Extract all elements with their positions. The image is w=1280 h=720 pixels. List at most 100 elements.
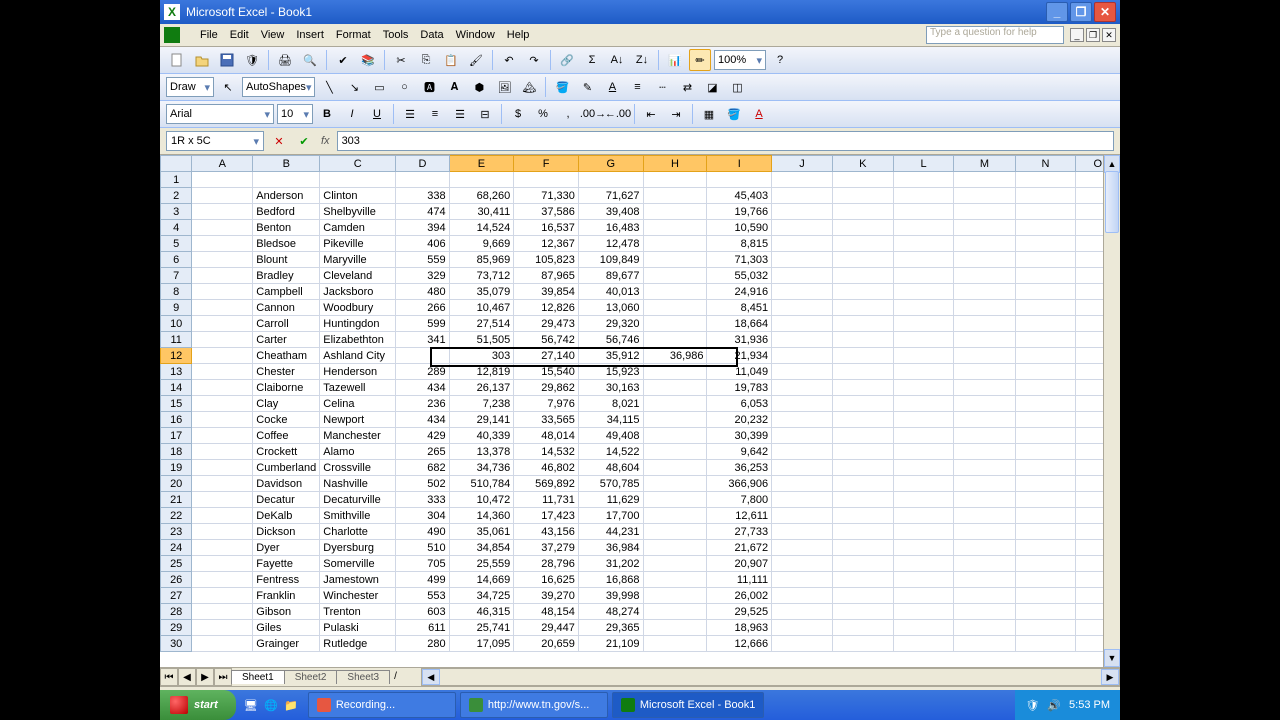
cell-N18[interactable]	[1015, 444, 1076, 460]
cell-B20[interactable]: Davidson	[253, 476, 320, 492]
cell-F12[interactable]: 27,140	[514, 348, 579, 364]
cell-M28[interactable]	[954, 604, 1015, 620]
cell-G12[interactable]: 35,912	[578, 348, 643, 364]
row-header-29[interactable]: 29	[161, 620, 192, 636]
cell-I1[interactable]	[707, 172, 772, 188]
cell-H30[interactable]	[643, 636, 707, 652]
cell-K12[interactable]	[832, 348, 893, 364]
select-all-cell[interactable]	[161, 156, 192, 172]
cell-B25[interactable]: Fayette	[253, 556, 320, 572]
cell-L9[interactable]	[893, 300, 954, 316]
start-button[interactable]: start	[160, 690, 236, 720]
help-icon[interactable]: ?	[769, 49, 791, 71]
cell-J19[interactable]	[772, 460, 833, 476]
percent-icon[interactable]: %	[532, 103, 554, 125]
cell-K20[interactable]	[832, 476, 893, 492]
cell-H22[interactable]	[643, 508, 707, 524]
cell-D18[interactable]: 265	[396, 444, 449, 460]
print-icon[interactable]: 🖨	[274, 49, 296, 71]
sort-desc-icon[interactable]: Z↓	[631, 49, 653, 71]
cell-C11[interactable]: Elizabethton	[320, 332, 396, 348]
cell-H24[interactable]	[643, 540, 707, 556]
cell-H8[interactable]	[643, 284, 707, 300]
cell-B24[interactable]: Dyer	[253, 540, 320, 556]
cell-A6[interactable]	[192, 252, 253, 268]
cell-B27[interactable]: Franklin	[253, 588, 320, 604]
font-color-format-icon[interactable]: A	[748, 103, 770, 125]
cell-F22[interactable]: 17,423	[514, 508, 579, 524]
line-style-icon[interactable]: ≡	[626, 76, 648, 98]
cell-L25[interactable]	[893, 556, 954, 572]
cell-I21[interactable]: 7,800	[707, 492, 772, 508]
cell-K3[interactable]	[832, 204, 893, 220]
cell-J4[interactable]	[772, 220, 833, 236]
cell-B9[interactable]: Cannon	[253, 300, 320, 316]
font-color-icon[interactable]: A	[601, 76, 623, 98]
cell-E26[interactable]: 14,669	[449, 572, 514, 588]
cell-N27[interactable]	[1015, 588, 1076, 604]
cell-D4[interactable]: 394	[396, 220, 449, 236]
cell-A13[interactable]	[192, 364, 253, 380]
cell-B23[interactable]: Dickson	[253, 524, 320, 540]
cell-H29[interactable]	[643, 620, 707, 636]
cell-C25[interactable]: Somerville	[320, 556, 396, 572]
cell-E12[interactable]: 303	[449, 348, 514, 364]
cell-H1[interactable]	[643, 172, 707, 188]
cell-E1[interactable]	[449, 172, 514, 188]
cell-L18[interactable]	[893, 444, 954, 460]
autoshapes-menu[interactable]: AutoShapes▾	[242, 77, 315, 97]
row-header-30[interactable]: 30	[161, 636, 192, 652]
cell-H21[interactable]	[643, 492, 707, 508]
cell-N30[interactable]	[1015, 636, 1076, 652]
cell-C30[interactable]: Rutledge	[320, 636, 396, 652]
cell-N26[interactable]	[1015, 572, 1076, 588]
cell-C4[interactable]: Camden	[320, 220, 396, 236]
cell-J12[interactable]	[772, 348, 833, 364]
cell-B5[interactable]: Bledsoe	[253, 236, 320, 252]
cell-G20[interactable]: 570,785	[578, 476, 643, 492]
cell-J15[interactable]	[772, 396, 833, 412]
cell-I16[interactable]: 20,232	[707, 412, 772, 428]
cell-I29[interactable]: 18,963	[707, 620, 772, 636]
cell-M27[interactable]	[954, 588, 1015, 604]
diagram-icon[interactable]: ⬢	[468, 76, 490, 98]
save-icon[interactable]	[216, 49, 238, 71]
cell-M5[interactable]	[954, 236, 1015, 252]
cell-E7[interactable]: 73,712	[449, 268, 514, 284]
cell-C12[interactable]: Ashland City	[320, 348, 396, 364]
cell-B26[interactable]: Fentress	[253, 572, 320, 588]
cell-D12[interactable]	[396, 348, 449, 364]
cell-H5[interactable]	[643, 236, 707, 252]
cell-H15[interactable]	[643, 396, 707, 412]
cell-M18[interactable]	[954, 444, 1015, 460]
cell-N13[interactable]	[1015, 364, 1076, 380]
cell-M8[interactable]	[954, 284, 1015, 300]
cell-G7[interactable]: 89,677	[578, 268, 643, 284]
borders-icon[interactable]: ▦	[698, 103, 720, 125]
cell-I15[interactable]: 6,053	[707, 396, 772, 412]
cell-B30[interactable]: Grainger	[253, 636, 320, 652]
cell-F7[interactable]: 87,965	[514, 268, 579, 284]
cell-B2[interactable]: Anderson	[253, 188, 320, 204]
cell-D14[interactable]: 434	[396, 380, 449, 396]
cell-J21[interactable]	[772, 492, 833, 508]
cell-I23[interactable]: 27,733	[707, 524, 772, 540]
cell-N28[interactable]	[1015, 604, 1076, 620]
cell-E23[interactable]: 35,061	[449, 524, 514, 540]
cell-D17[interactable]: 429	[396, 428, 449, 444]
cell-K19[interactable]	[832, 460, 893, 476]
cell-L15[interactable]	[893, 396, 954, 412]
cell-B28[interactable]: Gibson	[253, 604, 320, 620]
underline-icon[interactable]: U	[366, 103, 388, 125]
chart-wizard-icon[interactable]: 📊	[664, 49, 686, 71]
cell-I13[interactable]: 11,049	[707, 364, 772, 380]
cell-B22[interactable]: DeKalb	[253, 508, 320, 524]
tab-last-icon[interactable]: ⏭	[214, 668, 232, 686]
col-header-F[interactable]: F	[514, 156, 579, 172]
spreadsheet-grid[interactable]: ABCDEFGHIJKLMNO12AndersonClinton33868,26…	[160, 155, 1120, 667]
cell-N1[interactable]	[1015, 172, 1076, 188]
cell-J24[interactable]	[772, 540, 833, 556]
cell-L27[interactable]	[893, 588, 954, 604]
cell-F13[interactable]: 15,540	[514, 364, 579, 380]
align-center-icon[interactable]: ≡	[424, 103, 446, 125]
